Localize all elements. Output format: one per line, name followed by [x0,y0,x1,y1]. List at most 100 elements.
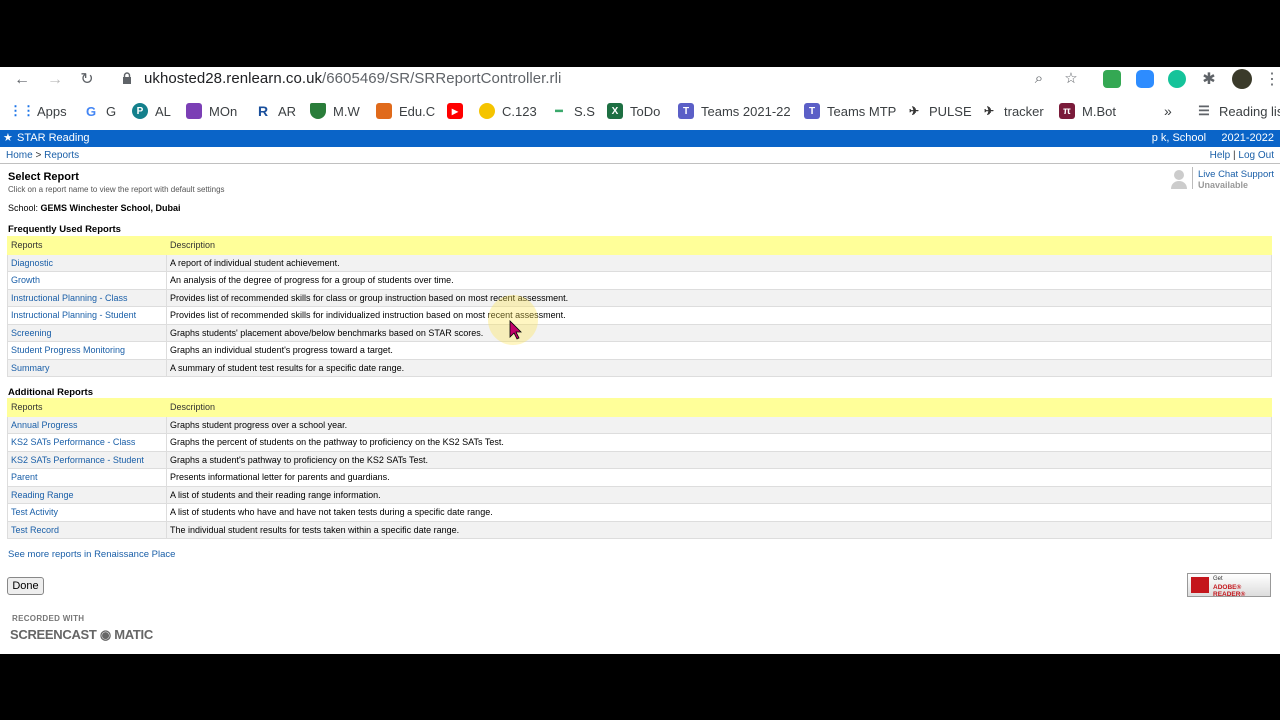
report-link[interactable]: KS2 SATs Performance - Class [7,433,167,452]
purple-book-icon [186,103,202,119]
adobe-pdf-icon [1191,577,1209,593]
address-bar-row: ← → ↻ ukhosted28.renlearn.co.uk/6605469/… [0,67,1280,92]
report-description: A report of individual student achieveme… [166,253,1272,272]
report-link[interactable]: Annual Progress [7,415,167,434]
report-link[interactable]: Screening [7,323,167,342]
mouse-cursor-icon [509,320,522,340]
table-row: Growth An analysis of the degree of progr… [7,271,1272,290]
page-subtitle: Click on a report name to view the repor… [8,185,225,194]
zoom-search-icon[interactable]: ⌕ [1030,70,1048,88]
lock-icon [123,72,131,84]
live-chat-support[interactable]: Live Chat Support Unavailable [1170,167,1278,193]
report-link[interactable]: Reading Range [7,485,167,504]
additional-reports-title: Additional Reports [8,387,93,398]
app-header-bar: ★ STAR Reading p k, School 2021-2022 [0,130,1280,147]
school-name: GEMS Winchester School, Dubai [40,203,181,213]
bookmark-pulse[interactable]: ✈ PULSE [906,102,972,120]
url-text: ukhosted28.renlearn.co.uk/6605469/SR/SRR… [144,70,562,87]
report-link[interactable]: Diagnostic [7,253,167,272]
table-row: KS2 SATs Performance - Class Graphs the p… [7,433,1272,452]
bookmark-mw[interactable]: M.W [310,102,360,120]
report-description: Graphs students' placement above/below b… [166,323,1272,342]
breadcrumb-reports[interactable]: Reports [44,150,79,161]
bookmark-star-icon[interactable]: ☆ [1062,70,1080,88]
bookmarks-overflow-button[interactable]: » [1164,102,1172,120]
grammarly-icon[interactable] [1168,70,1186,88]
bookmarks-bar: ⋮⋮ Apps GG P AL MOn R AR M.W Edu.C ▶ C.123 … [0,97,1280,125]
puzzle-icon[interactable]: ✱ [1199,70,1219,90]
google-icon: G [85,103,97,119]
table-row: Instructional Planning - Student Provides… [7,306,1272,325]
report-link[interactable]: Growth [7,271,167,290]
back-icon[interactable]: ← [12,70,32,90]
smiley-icon [479,103,495,119]
get-adobe-reader-badge[interactable]: Get ADOBE® READER® [1187,573,1271,598]
report-description: The individual student results for tests… [166,520,1272,539]
report-link[interactable]: Test Record [7,520,167,539]
column-header-description: Description [166,236,1272,255]
sub-navigation: Home > Reports Help | Log Out [0,148,1280,163]
person-icon [1171,170,1187,189]
p-circle-icon: P [132,103,148,119]
report-link[interactable]: Test Activity [7,503,167,522]
bookmark-ar[interactable]: R AR [255,102,296,120]
bookmark-c123[interactable]: C.123 [479,102,537,120]
help-link[interactable]: Help [1210,150,1231,161]
reading-list-button[interactable]: ☰Reading list [1196,102,1280,120]
bookmark-g[interactable]: GG [83,102,116,120]
table-header-row: Reports Description [7,398,1272,417]
table-header-row: Reports Description [7,236,1272,255]
additional-reports-table: Reports Description Annual Progress Graph… [7,398,1272,539]
bookmark-mon[interactable]: MOn [186,102,237,120]
table-row: Test Activity A list of students who have… [7,503,1272,522]
see-more-reports-link[interactable]: See more reports in Renaissance Place [8,549,175,560]
report-description: An analysis of the degree of progress fo… [166,271,1272,290]
report-link[interactable]: Student Progress Monitoring [7,341,167,360]
logout-link[interactable]: Log Out [1238,150,1274,161]
table-row: Diagnostic A report of individual student… [7,253,1272,272]
app-name: STAR Reading [17,132,90,144]
report-link[interactable]: Instructional Planning - Class [7,288,167,307]
live-chat-link[interactable]: Live Chat Support [1198,169,1274,180]
avatar[interactable] [1232,69,1252,89]
report-link[interactable]: Instructional Planning - Student [7,306,167,325]
apps-grid-icon: ⋮⋮ [9,103,35,118]
report-link[interactable]: KS2 SATs Performance - Student [7,450,167,469]
bookmark-teams-mtp[interactable]: T Teams MTP [804,102,896,120]
table-row: Parent Presents informational letter for … [7,468,1272,487]
table-row: Summary A summary of student test results… [7,358,1272,377]
report-description: Provides list of recommended skills for … [166,306,1272,325]
school-line: School: GEMS Winchester School, Dubai [8,203,181,213]
report-description: Graphs a student's pathway to proficienc… [166,450,1272,469]
bookmark-mbot[interactable]: π M.Bot [1059,102,1116,120]
extension-green-icon[interactable] [1103,70,1121,88]
bookmark-todo[interactable]: X ToDo [607,102,660,120]
bookmark-tracker[interactable]: ✈ tracker [981,102,1044,120]
screencast-watermark: RECORDED WITH SCREENCAST ◉ MATIC [10,614,153,642]
frequent-reports-title: Frequently Used Reports [8,224,121,235]
header-links: Help | Log Out [1209,150,1274,161]
bookmark-al[interactable]: P AL [132,102,171,120]
bookmark-teams-2021[interactable]: T Teams 2021-22 [678,102,791,120]
menu-kebab-icon[interactable]: ⋮ [1262,70,1280,90]
reload-icon[interactable]: ↻ [77,70,97,90]
bookmark-educ[interactable]: Edu.C [376,102,435,120]
forward-icon[interactable]: → [45,70,65,90]
table-row: Reading Range A list of students and thei… [7,485,1272,504]
url-field[interactable]: ukhosted28.renlearn.co.uk/6605469/SR/SRR… [112,67,1090,91]
table-row: Annual Progress Graphs student progress o… [7,415,1272,434]
pi-icon: π [1059,103,1075,119]
zoom-extension-icon[interactable] [1136,70,1154,88]
divider [0,163,1280,164]
orange-square-icon [376,103,392,119]
breadcrumb-home[interactable]: Home [6,150,33,161]
report-link[interactable]: Parent [7,468,167,487]
report-link[interactable]: Summary [7,358,167,377]
report-description: Presents informational letter for parent… [166,468,1272,487]
done-button[interactable]: Done [7,577,44,595]
bookmark-ss[interactable]: ━ S.S [551,102,595,120]
column-header-description: Description [166,398,1272,417]
report-description: Graphs the percent of students on the pa… [166,433,1272,452]
bookmark-youtube[interactable]: ▶ [447,102,470,120]
bookmark-apps[interactable]: ⋮⋮ Apps [9,102,67,120]
